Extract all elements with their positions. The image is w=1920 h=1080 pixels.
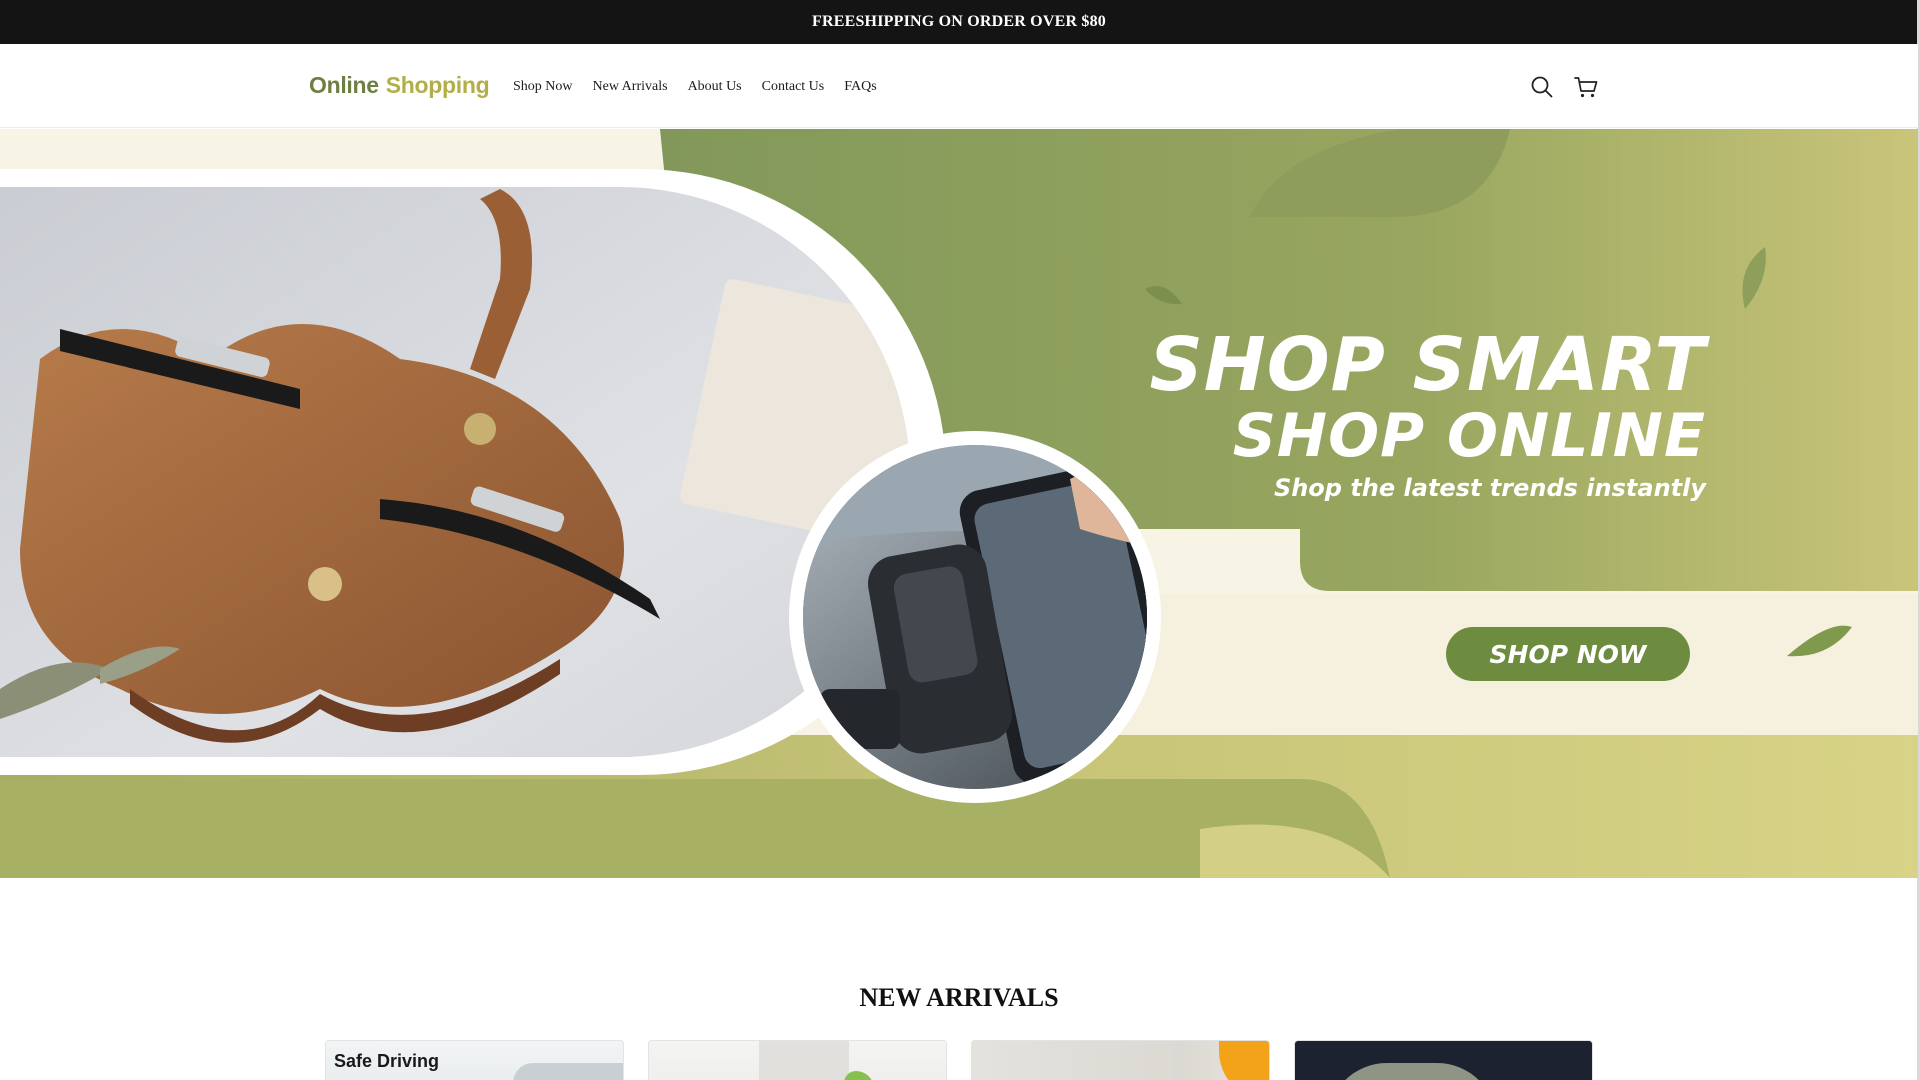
main-nav: Shop Now New Arrivals About Us Contact U… xyxy=(513,79,877,95)
product-card[interactable] xyxy=(648,1040,947,1080)
product-image xyxy=(759,1041,849,1080)
hero-banner[interactable]: SHOP SMART SHOP ONLINE Shop the latest t… xyxy=(0,129,1918,878)
product-image xyxy=(513,1063,623,1080)
hero-subtitle: Shop the latest trends instantly xyxy=(1273,474,1706,502)
hero-headline: SHOP SMART SHOP ONLINE xyxy=(1150,327,1706,469)
announcement-bar: FREESHIPPING ON ORDER OVER $80 xyxy=(0,0,1918,44)
logo-word-online: Online xyxy=(309,72,379,98)
product-image xyxy=(1327,1063,1497,1080)
new-arrivals-heading: NEW ARRIVALS xyxy=(859,983,1059,1012)
hero-shop-now-button[interactable]: SHOP NOW xyxy=(1446,627,1690,681)
product-card[interactable] xyxy=(971,1040,1270,1080)
hero-background-art xyxy=(0,129,1918,878)
product-card[interactable]: Safe Driving xyxy=(325,1040,624,1080)
cart-button[interactable] xyxy=(1573,74,1599,100)
hero-title-line2: SHOP ONLINE xyxy=(1232,401,1706,471)
site-logo[interactable]: Online Shopping xyxy=(309,72,490,99)
search-button[interactable] xyxy=(1529,74,1555,100)
site-header: Online Shopping Shop Now New Arrivals Ab… xyxy=(0,44,1918,128)
nav-new-arrivals[interactable]: New Arrivals xyxy=(593,79,668,95)
logo-word-shopping: Shopping xyxy=(385,72,490,98)
nav-shop-now[interactable]: Shop Now xyxy=(513,79,573,95)
new-arrivals-grid: Safe Driving xyxy=(325,1040,1593,1080)
product-card[interactable] xyxy=(1294,1040,1593,1080)
product-image xyxy=(1219,1041,1269,1080)
nav-contact-us[interactable]: Contact Us xyxy=(762,79,825,95)
hero-title-line1: SHOP SMART xyxy=(1149,322,1706,408)
product-badge: Safe Driving xyxy=(334,1051,440,1071)
announcement-text: FREESHIPPING ON ORDER OVER $80 xyxy=(811,13,1107,30)
search-icon xyxy=(1531,76,1553,98)
nav-faqs[interactable]: FAQs xyxy=(844,79,876,95)
cart-icon xyxy=(1574,77,1598,98)
product-image-detail xyxy=(844,1071,874,1080)
nav-about-us[interactable]: About Us xyxy=(688,79,742,95)
